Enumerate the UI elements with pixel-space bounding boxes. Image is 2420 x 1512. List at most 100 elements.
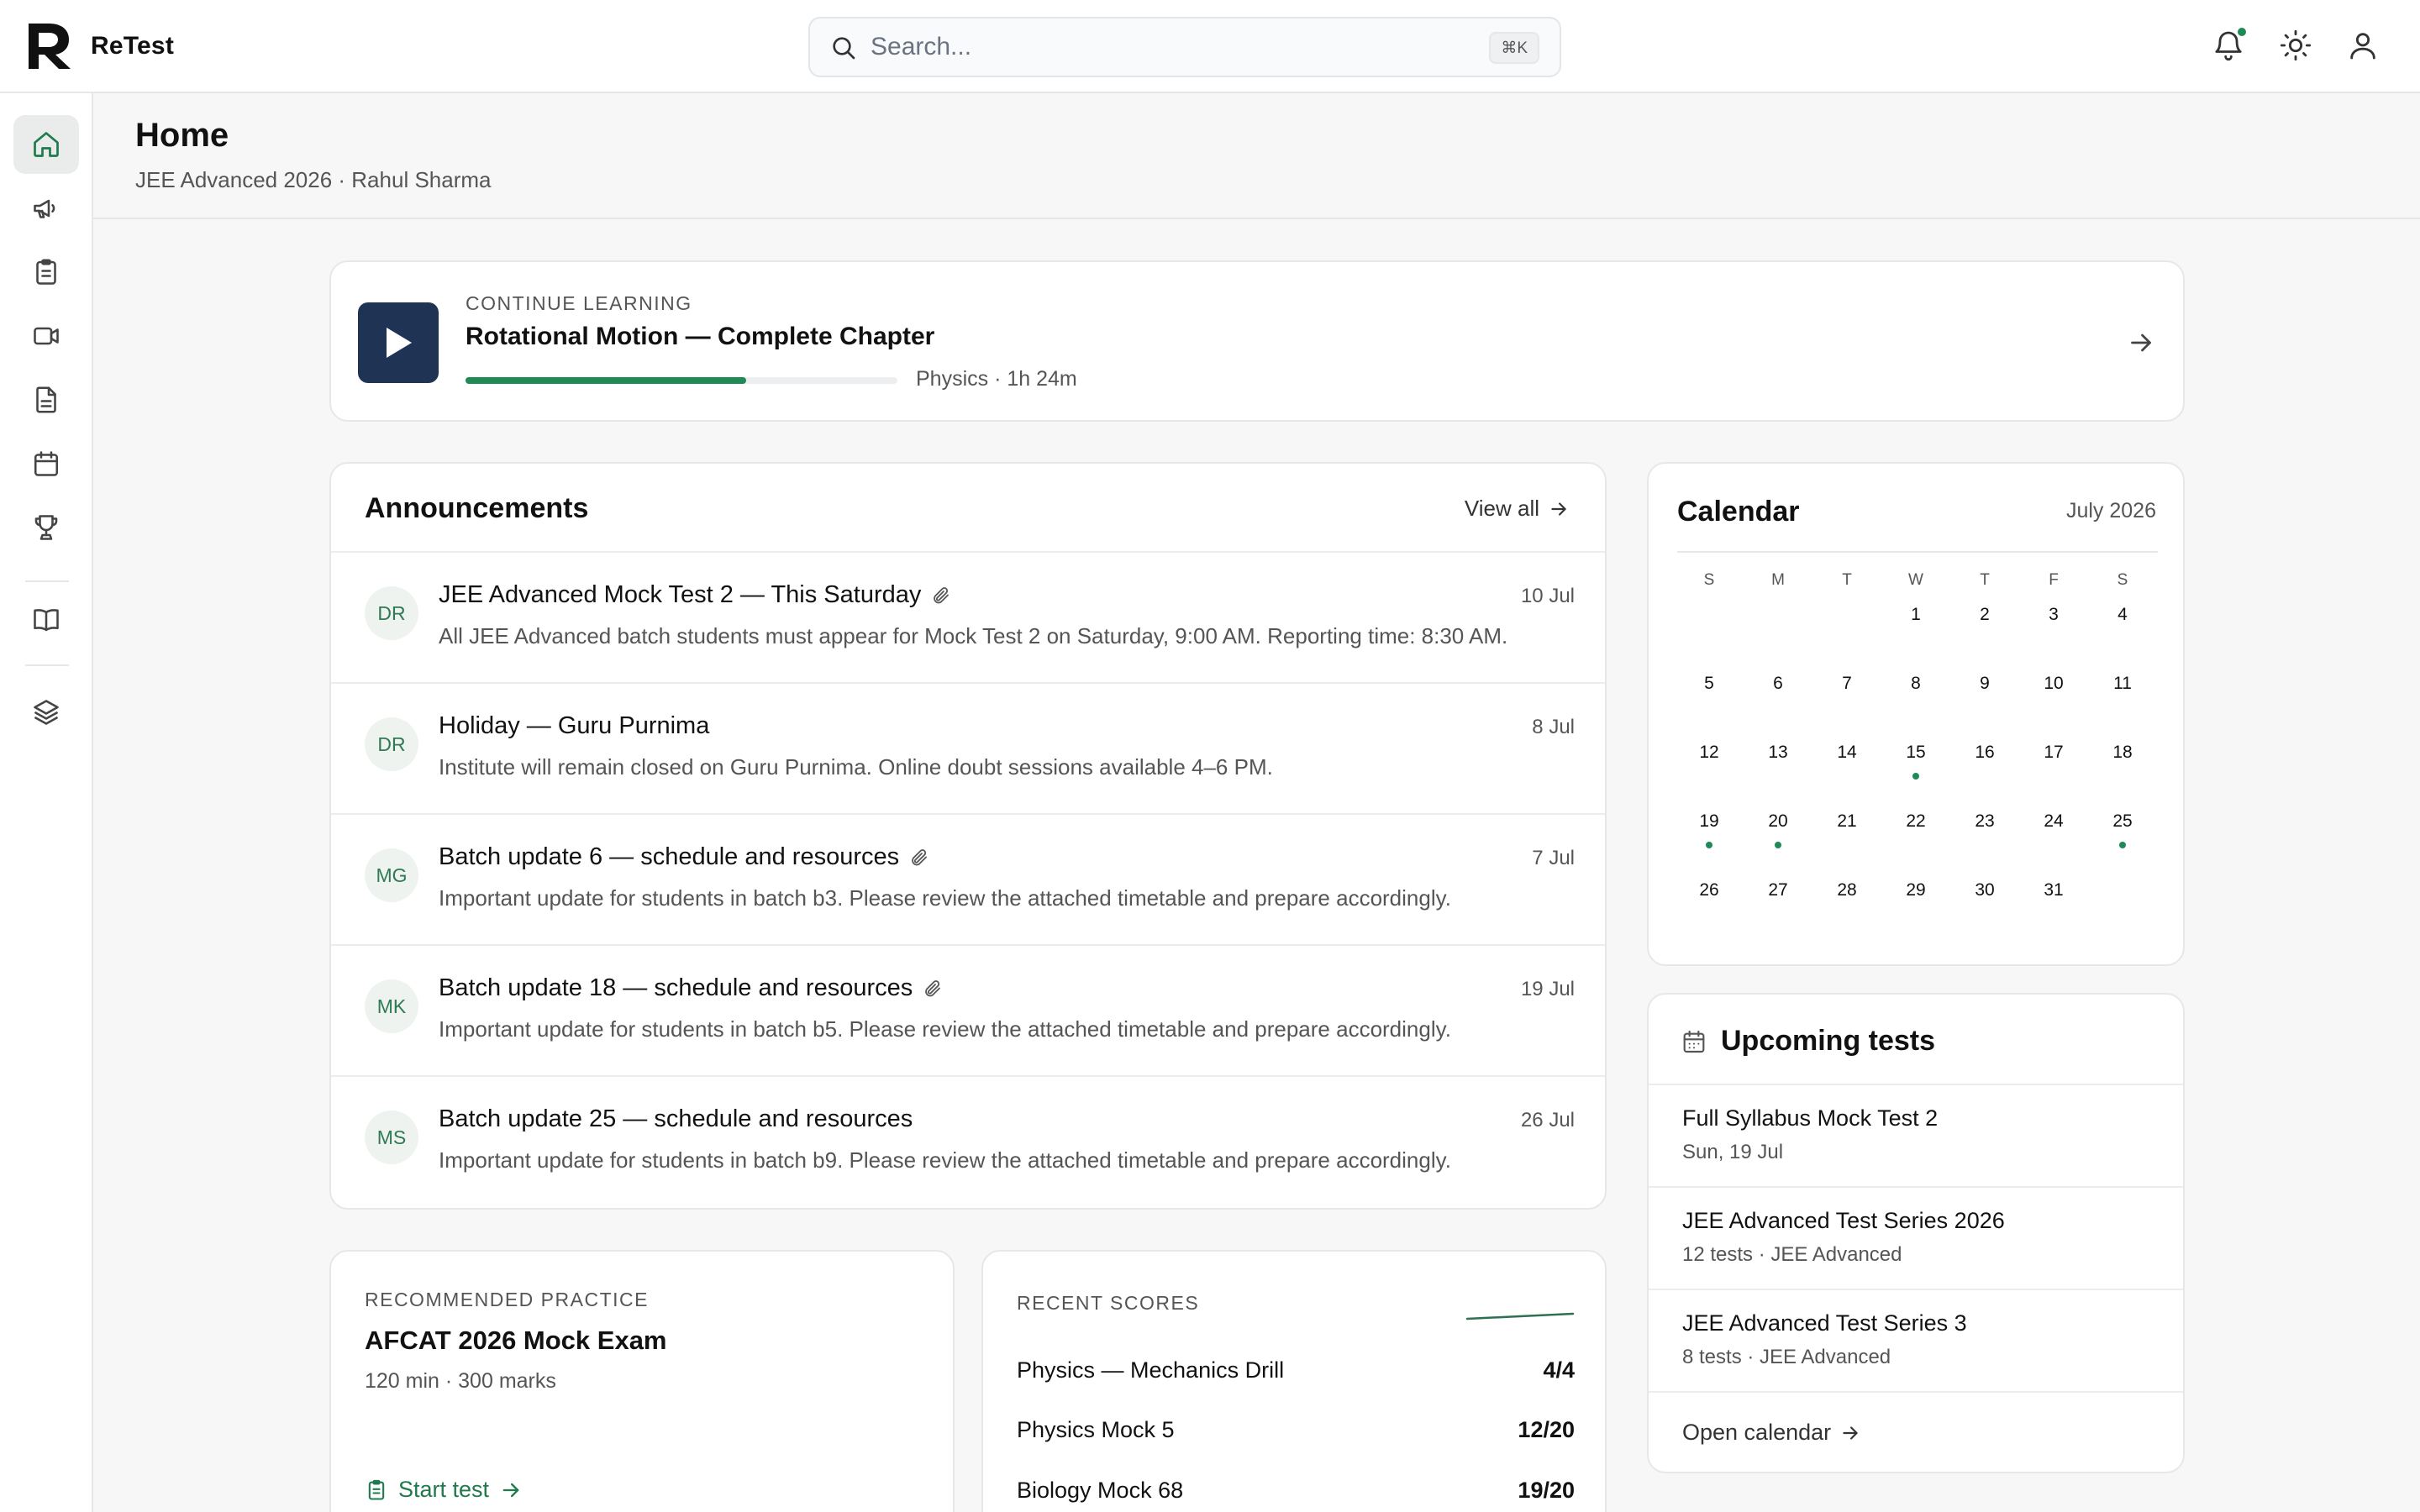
calendar-day[interactable]: 5: [1675, 674, 1744, 694]
score-name: Physics Mock 5: [1017, 1417, 1175, 1442]
calendar-day[interactable]: 20: [1744, 811, 1812, 832]
upcoming-test-name: Full Syllabus Mock Test 2: [1682, 1105, 1939, 1131]
upcoming-test-name: JEE Advanced Test Series 2026: [1682, 1208, 2005, 1233]
upcoming-test-meta: Sun, 19 Jul: [1682, 1141, 1784, 1163]
calendar-day[interactable]: 11: [2088, 674, 2157, 694]
score-row[interactable]: Physics Mock 5 12/20: [1017, 1417, 1575, 1443]
calendar-day[interactable]: 18: [2088, 743, 2157, 763]
calendar-event-dot: [1706, 842, 1712, 848]
start-test-button[interactable]: Start test: [365, 1477, 523, 1503]
calendar-day[interactable]: 24: [2019, 811, 2088, 832]
trophy-icon: [34, 515, 58, 540]
upcoming-tests-title: Upcoming tests: [1721, 1025, 1936, 1057]
announcement-title-text: Holiday — Guru Purnima: [439, 712, 710, 739]
avatar: MG: [365, 848, 418, 902]
sidebar-item-calendar[interactable]: [13, 434, 79, 493]
announcement-date: 8 Jul: [1532, 716, 1575, 738]
announcement-item[interactable]: MG Batch update 6 — schedule and resourc…: [331, 813, 1605, 944]
calendar-day[interactable]: 2: [1950, 605, 2019, 625]
home-icon: [34, 132, 59, 157]
calendar-day[interactable]: 22: [1881, 811, 1950, 832]
layers-icon: [34, 700, 59, 725]
calendar-day[interactable]: 26: [1675, 880, 1744, 900]
calendar-event-dot: [1912, 773, 1919, 780]
recent-scores-card: RECENT SCORES Physics — Mechanics Drill …: [981, 1250, 1607, 1512]
score-row[interactable]: Biology Mock 68 19/20: [1017, 1478, 1575, 1504]
calendar-day[interactable]: 16: [1950, 743, 2019, 763]
calendar-day[interactable]: 6: [1744, 674, 1812, 694]
upcoming-test-item[interactable]: JEE Advanced Test Series 3 8 tests · JEE…: [1649, 1289, 2183, 1391]
calendar-weekday: F: [2049, 571, 2059, 589]
announcement-item[interactable]: DR JEE Advanced Mock Test 2 — This Satur…: [331, 551, 1605, 682]
sidebar-item-layers[interactable]: [13, 683, 79, 742]
calendar-day[interactable]: 14: [1812, 743, 1881, 763]
announcement-item[interactable]: MK Batch update 18 — schedule and resour…: [331, 944, 1605, 1075]
score-value: 4/4: [1543, 1357, 1575, 1383]
announcement-title: Batch update 6 — schedule and resources: [439, 843, 929, 871]
calendar-day[interactable]: 21: [1812, 811, 1881, 832]
score-row[interactable]: Physics — Mechanics Drill 4/4: [1017, 1357, 1575, 1383]
sidebar-item-documents[interactable]: [13, 370, 79, 429]
sidebar-item-tests[interactable]: [13, 243, 79, 302]
continue-learning-card[interactable]: CONTINUE LEARNING Rotational Motion — Co…: [329, 260, 2185, 422]
brand[interactable]: ReTest: [27, 22, 174, 71]
calendar-day[interactable]: 23: [1950, 811, 2019, 832]
upcoming-test-meta: 8 tests · JEE Advanced: [1682, 1346, 1891, 1368]
announcement-body: Important update for students in batch b…: [439, 1016, 1451, 1042]
score-name: Biology Mock 68: [1017, 1478, 1184, 1503]
calendar-day[interactable]: 12: [1675, 743, 1744, 763]
calendar-day[interactable]: 1: [1881, 605, 1950, 625]
calendar-day[interactable]: 7: [1812, 674, 1881, 694]
sidebar-item-announcements[interactable]: [13, 179, 79, 238]
play-icon: [387, 328, 412, 358]
sidebar-item-library[interactable]: [13, 591, 79, 649]
arrow-right-icon[interactable]: [2126, 328, 2156, 358]
calendar-day[interactable]: 8: [1881, 674, 1950, 694]
calendar-day[interactable]: 27: [1744, 880, 1812, 900]
search-bar[interactable]: Search... ⌘K: [808, 17, 1561, 77]
calendar-day[interactable]: 9: [1950, 674, 2019, 694]
calendar-day[interactable]: 4: [2088, 605, 2157, 625]
sidebar-divider: [25, 664, 69, 666]
calendar-day[interactable]: 29: [1881, 880, 1950, 900]
megaphone-icon: [34, 199, 55, 218]
calendar-day[interactable]: 3: [2019, 605, 2088, 625]
view-all-link[interactable]: View all: [1465, 496, 1570, 522]
calendar-day[interactable]: 15: [1881, 743, 1950, 763]
announcement-title-text: JEE Advanced Mock Test 2 — This Saturday: [439, 581, 922, 608]
calendar-day[interactable]: 28: [1812, 880, 1881, 900]
arrow-right-icon: [1843, 1425, 1858, 1440]
calendar-day[interactable]: 10: [2019, 674, 2088, 694]
score-value: 19/20: [1518, 1478, 1575, 1503]
continue-learning-meta: Physics · 1h 24m: [916, 367, 1077, 391]
sidebar-item-home[interactable]: [13, 115, 79, 174]
announcement-item[interactable]: MS Batch update 25 — schedule and resour…: [331, 1075, 1605, 1206]
calendar-day[interactable]: 19: [1675, 811, 1744, 832]
user-icon[interactable]: [2346, 29, 2380, 62]
calendar-day[interactable]: 25: [2088, 811, 2157, 832]
calendar-title: Calendar: [1677, 496, 1800, 528]
announcement-item[interactable]: DR Holiday — Guru Purnima 8 Jul Institut…: [331, 682, 1605, 813]
upcoming-test-item[interactable]: JEE Advanced Test Series 2026 12 tests ·…: [1649, 1186, 2183, 1289]
paperclip-icon: [925, 979, 941, 996]
calendar-weekday: S: [1703, 571, 1715, 589]
calendar-day[interactable]: 30: [1950, 880, 2019, 900]
upcoming-test-item[interactable]: Full Syllabus Mock Test 2 Sun, 19 Jul: [1649, 1084, 2183, 1186]
document-icon: [36, 386, 56, 413]
avatar: DR: [365, 717, 418, 771]
calendar-day[interactable]: 17: [2019, 743, 2088, 763]
sidebar-item-leaderboard[interactable]: [13, 498, 79, 557]
sidebar-item-videos[interactable]: [13, 307, 79, 365]
announcement-title-text: Batch update 25 — schedule and resources: [439, 1105, 913, 1132]
calendar-day[interactable]: 13: [1744, 743, 1812, 763]
book-icon: [34, 609, 59, 632]
sparkline: [1465, 1312, 1575, 1320]
search-shortcut: ⌘K: [1489, 32, 1539, 64]
recommended-practice-card: RECOMMENDED PRACTICE AFCAT 2026 Mock Exa…: [329, 1250, 955, 1512]
open-calendar-link[interactable]: Open calendar: [1682, 1420, 1861, 1446]
calendar-day[interactable]: 31: [2019, 880, 2088, 900]
sun-icon[interactable]: [2279, 29, 2312, 62]
announcement-title: JEE Advanced Mock Test 2 — This Saturday: [439, 581, 951, 609]
play-button[interactable]: [358, 302, 439, 383]
app-name: ReTest: [91, 32, 175, 60]
